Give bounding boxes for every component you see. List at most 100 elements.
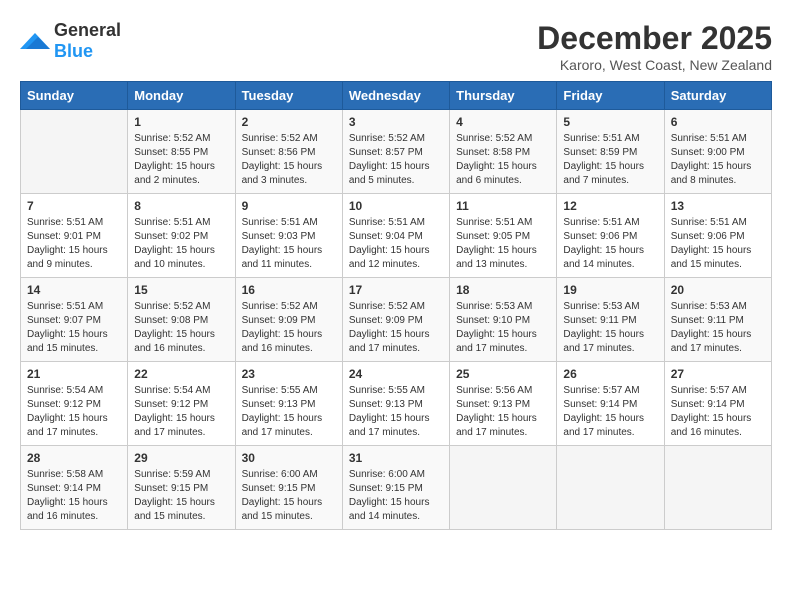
cell-line: Sunrise: 5:52 AM xyxy=(242,301,318,312)
cell-line: Sunset: 9:03 PM xyxy=(242,231,316,242)
cell-line: and 16 minutes. xyxy=(27,511,98,522)
weekday-header-monday: Monday xyxy=(128,82,235,110)
cell-line: Daylight: 15 hours xyxy=(456,245,537,256)
cell-line: Daylight: 15 hours xyxy=(563,161,644,172)
day-number: 20 xyxy=(671,283,765,297)
cell-line: Sunset: 9:14 PM xyxy=(563,399,637,410)
day-number: 13 xyxy=(671,199,765,213)
cell-content: Sunrise: 5:53 AMSunset: 9:10 PMDaylight:… xyxy=(456,300,550,356)
calendar-cell: 28Sunrise: 5:58 AMSunset: 9:14 PMDayligh… xyxy=(21,446,128,530)
cell-line: Sunset: 9:15 PM xyxy=(242,483,316,494)
cell-line: Sunrise: 5:51 AM xyxy=(134,217,210,228)
cell-line: and 3 minutes. xyxy=(242,175,308,186)
calendar-cell: 20Sunrise: 5:53 AMSunset: 9:11 PMDayligh… xyxy=(664,278,771,362)
cell-line: Sunrise: 5:51 AM xyxy=(242,217,318,228)
cell-line: Sunset: 9:02 PM xyxy=(134,231,208,242)
cell-content: Sunrise: 5:59 AMSunset: 9:15 PMDaylight:… xyxy=(134,468,228,524)
day-number: 9 xyxy=(242,199,336,213)
calendar-cell: 23Sunrise: 5:55 AMSunset: 9:13 PMDayligh… xyxy=(235,362,342,446)
cell-content: Sunrise: 5:51 AMSunset: 9:01 PMDaylight:… xyxy=(27,216,121,272)
cell-line: and 15 minutes. xyxy=(242,511,313,522)
cell-line: Sunrise: 5:53 AM xyxy=(671,301,747,312)
cell-line: Sunset: 8:57 PM xyxy=(349,147,423,158)
calendar-cell: 8Sunrise: 5:51 AMSunset: 9:02 PMDaylight… xyxy=(128,194,235,278)
calendar-cell: 18Sunrise: 5:53 AMSunset: 9:10 PMDayligh… xyxy=(450,278,557,362)
weekday-header-sunday: Sunday xyxy=(21,82,128,110)
cell-line: and 17 minutes. xyxy=(563,427,634,438)
cell-line: and 17 minutes. xyxy=(456,427,527,438)
cell-line: Daylight: 15 hours xyxy=(671,413,752,424)
cell-line: Sunset: 8:56 PM xyxy=(242,147,316,158)
weekday-header-row: SundayMondayTuesdayWednesdayThursdayFrid… xyxy=(21,82,772,110)
day-number: 22 xyxy=(134,367,228,381)
cell-line: Sunset: 9:04 PM xyxy=(349,231,423,242)
cell-content: Sunrise: 5:57 AMSunset: 9:14 PMDaylight:… xyxy=(563,384,657,440)
cell-line: Daylight: 15 hours xyxy=(242,329,323,340)
location-title: Karoro, West Coast, New Zealand xyxy=(537,57,772,73)
cell-content: Sunrise: 5:51 AMSunset: 9:06 PMDaylight:… xyxy=(563,216,657,272)
cell-line: and 11 minutes. xyxy=(242,259,312,270)
cell-line: and 16 minutes. xyxy=(242,343,313,354)
cell-line: Sunrise: 6:00 AM xyxy=(242,469,318,480)
cell-line: Sunrise: 5:51 AM xyxy=(563,217,639,228)
cell-content: Sunrise: 5:52 AM Sunset: 8:58 PM Daylight:… xyxy=(456,132,550,188)
cell-line: Sunrise: 5:51 AM xyxy=(671,217,747,228)
cell-line: and 10 minutes. xyxy=(134,259,205,270)
day-number: 19 xyxy=(563,283,657,297)
cell-content: Sunrise: 5:53 AMSunset: 9:11 PMDaylight:… xyxy=(563,300,657,356)
cell-line: Sunrise: 6:00 AM xyxy=(349,469,425,480)
cell-content: Sunrise: 5:52 AMSunset: 8:57 PMDaylight:… xyxy=(349,132,443,188)
day-number: 10 xyxy=(349,199,443,213)
day-number: 8 xyxy=(134,199,228,213)
cell-line: Sunset: 9:11 PM xyxy=(671,315,744,326)
calendar-cell: 22Sunrise: 5:54 AMSunset: 9:12 PMDayligh… xyxy=(128,362,235,446)
calendar-cell: 15Sunrise: 5:52 AMSunset: 9:08 PMDayligh… xyxy=(128,278,235,362)
cell-line: Daylight: 15 hours xyxy=(456,161,537,172)
cell-line: Sunset: 9:12 PM xyxy=(134,399,208,410)
cell-line: Sunset: 8:58 PM xyxy=(456,147,530,158)
cell-line: Sunrise: 5:51 AM xyxy=(563,133,639,144)
cell-line: Sunset: 8:55 PM xyxy=(134,147,208,158)
cell-line: Sunset: 9:06 PM xyxy=(671,231,745,242)
calendar-cell: 5Sunrise: 5:51 AMSunset: 8:59 PMDaylight… xyxy=(557,110,664,194)
cell-line: Daylight: 15 hours xyxy=(563,245,644,256)
cell-line: and 17 minutes. xyxy=(563,343,634,354)
cell-line: and 14 minutes. xyxy=(563,259,634,270)
cell-line: Sunrise: 5:51 AM xyxy=(349,217,425,228)
cell-content: Sunrise: 5:52 AMSunset: 8:55 PMDaylight:… xyxy=(134,132,228,188)
cell-line: Daylight: 15 hours xyxy=(27,245,108,256)
day-number: 16 xyxy=(242,283,336,297)
cell-line: Daylight: 15 hours xyxy=(349,413,430,424)
day-number: 17 xyxy=(349,283,443,297)
cell-line: and 15 minutes. xyxy=(671,259,742,270)
cell-line: Sunrise: 5:52 AM xyxy=(349,301,425,312)
day-number: 26 xyxy=(563,367,657,381)
cell-line: and 17 minutes. xyxy=(242,427,313,438)
logo-text: General Blue xyxy=(54,20,121,62)
cell-line: Sunset: 9:08 PM xyxy=(134,315,208,326)
cell-line: Sunset: 9:14 PM xyxy=(671,399,745,410)
cell-line: Sunrise: 5:51 AM xyxy=(27,217,103,228)
calendar-cell xyxy=(557,446,664,530)
cell-line: and 16 minutes. xyxy=(671,427,742,438)
page-header: General Blue December 2025 Karoro, West … xyxy=(20,20,772,73)
cell-line: Daylight: 15 hours xyxy=(563,413,644,424)
calendar-cell: 14Sunrise: 5:51 AMSunset: 9:07 PMDayligh… xyxy=(21,278,128,362)
day-number: 2 xyxy=(242,115,336,129)
calendar-cell xyxy=(664,446,771,530)
cell-line: Sunrise: 5:54 AM xyxy=(27,385,103,396)
logo: General Blue xyxy=(20,20,121,62)
cell-line: and 17 minutes. xyxy=(349,427,420,438)
calendar-cell: 24Sunrise: 5:55 AMSunset: 9:13 PMDayligh… xyxy=(342,362,449,446)
calendar-week-row: 1Sunrise: 5:52 AMSunset: 8:55 PMDaylight… xyxy=(21,110,772,194)
cell-line: Daylight: 15 hours xyxy=(242,497,323,508)
cell-line: and 5 minutes. xyxy=(349,175,415,186)
month-title: December 2025 xyxy=(537,20,772,57)
cell-line: and 16 minutes. xyxy=(134,343,205,354)
cell-line: Sunset: 8:59 PM xyxy=(563,147,637,158)
calendar-cell: 27Sunrise: 5:57 AMSunset: 9:14 PMDayligh… xyxy=(664,362,771,446)
cell-line: Sunrise: 5:52 AM xyxy=(456,133,532,144)
weekday-header-saturday: Saturday xyxy=(664,82,771,110)
cell-line: Sunset: 9:05 PM xyxy=(456,231,530,242)
cell-line: Sunrise: 5:59 AM xyxy=(134,469,210,480)
